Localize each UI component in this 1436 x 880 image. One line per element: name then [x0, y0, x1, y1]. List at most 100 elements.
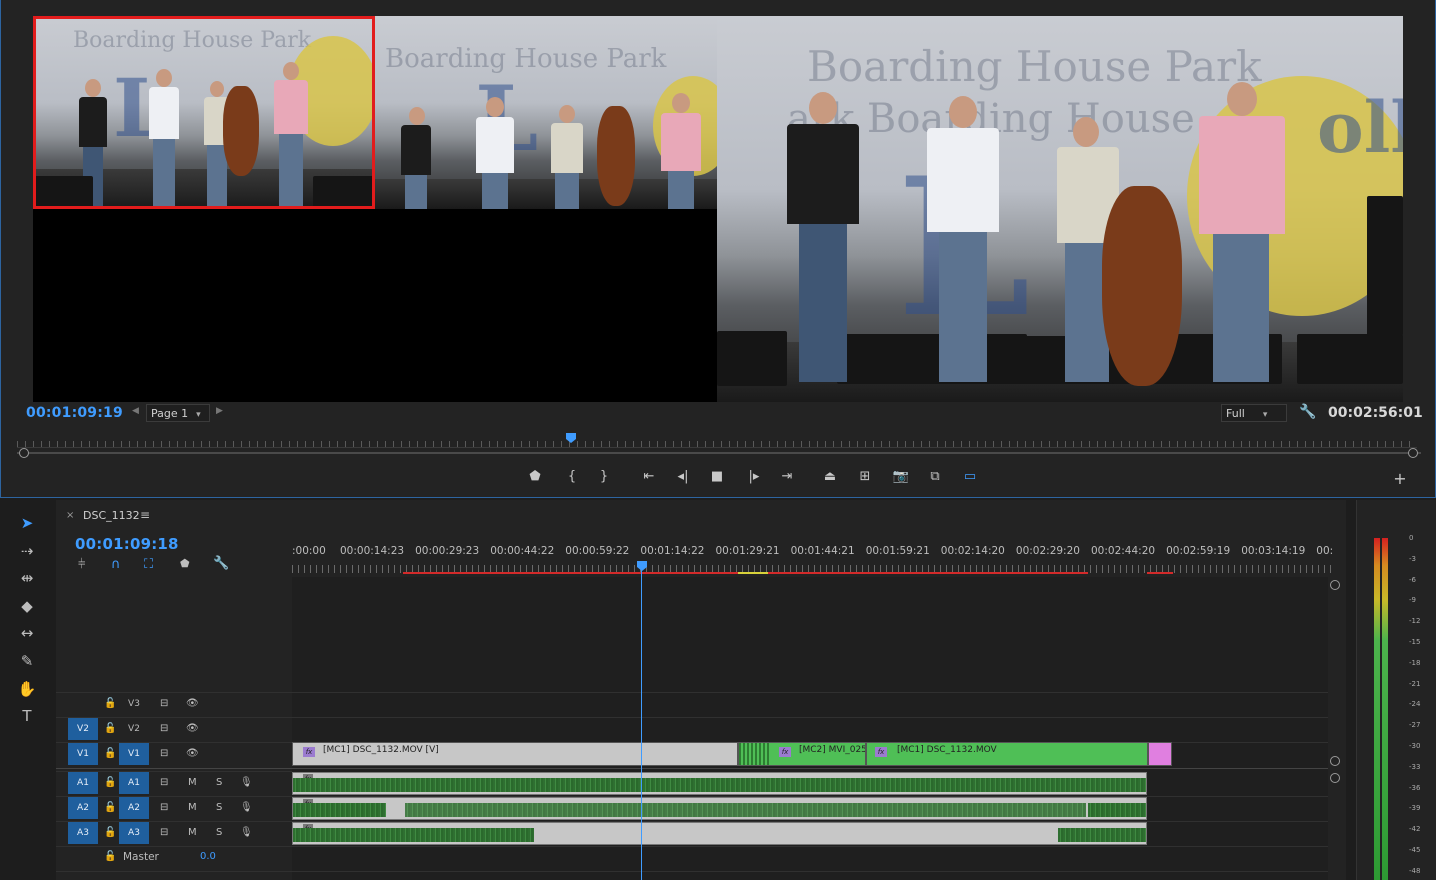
go-to-in-icon[interactable]: ⇤ [639, 468, 659, 486]
voiceover-mic-icon[interactable]: 🎙 [240, 822, 253, 844]
resolution-select[interactable]: Full ▾ [1221, 404, 1287, 422]
lock-icon[interactable]: 🔓 [104, 693, 116, 715]
sync-lock-icon[interactable]: ⊟ [160, 743, 168, 765]
sync-lock-icon[interactable]: ⊟ [160, 693, 168, 715]
extract-icon[interactable]: ⊞ [855, 468, 875, 486]
track-label-v3[interactable]: V3 [119, 693, 149, 715]
type-tool-icon[interactable]: T [14, 703, 40, 729]
marker-icon[interactable]: ⬟ [525, 468, 545, 486]
vertical-scroll-handle-top[interactable] [1330, 580, 1340, 590]
stop-icon[interactable]: ■ [707, 468, 727, 486]
lift-icon[interactable]: ⏏ [820, 468, 840, 486]
video-clip-mc1-v[interactable]: fx [MC1] DSC_1132.MOV [V] [292, 742, 738, 766]
voiceover-mic-icon[interactable]: 🎙 [240, 772, 253, 794]
monitor-time-ruler[interactable] [17, 434, 1417, 448]
source-patch-a1[interactable]: A1 [68, 772, 98, 794]
solo-button[interactable]: S [216, 822, 222, 844]
source-patch-a2[interactable]: A2 [68, 797, 98, 819]
mute-button[interactable]: M [188, 772, 197, 794]
ruler-timecode-label: 00:01:29:21 [715, 545, 780, 557]
track-header-master[interactable]: 🔓 Master 0.0 [56, 846, 292, 870]
track-select-tool-icon[interactable]: ⇢ [14, 538, 40, 564]
prev-page-icon[interactable]: ◀ [132, 406, 139, 416]
vertical-scroll-handle-audio[interactable] [1330, 773, 1340, 783]
mute-button[interactable]: M [188, 822, 197, 844]
step-forward-icon[interactable]: |▸ [744, 468, 764, 486]
camera-2-preview[interactable]: Boarding House Park L [375, 16, 717, 209]
source-patch-v2[interactable]: V2 [68, 718, 98, 740]
next-page-icon[interactable]: ▶ [216, 406, 223, 416]
step-back-icon[interactable]: ◂| [673, 468, 693, 486]
track-header-v3[interactable]: 🔓 V3 ⊟ 👁 [56, 692, 292, 716]
lock-icon[interactable]: 🔓 [104, 718, 116, 740]
timeline-playhead-timecode[interactable]: 00:01:09:18 [75, 535, 179, 553]
video-clip-mc1-end[interactable]: fx [MC1] DSC_1132.MOV [866, 742, 1148, 766]
go-to-out-icon[interactable]: ⇥ [777, 468, 797, 486]
timeline-playhead-line[interactable] [641, 570, 642, 880]
timeline-settings-wrench-icon[interactable]: 🔧 [213, 556, 229, 571]
linked-selection-icon[interactable]: ⛶ [144, 557, 153, 572]
lock-icon[interactable]: 🔓 [104, 743, 116, 765]
mute-button[interactable]: M [188, 797, 197, 819]
hand-tool-icon[interactable]: ✋ [14, 676, 40, 702]
eye-icon[interactable]: 👁 [186, 693, 199, 715]
mark-in-icon[interactable]: { [562, 468, 582, 486]
voiceover-mic-icon[interactable]: 🎙 [240, 797, 253, 819]
track-header-a2[interactable]: A2 🔓 A2 ⊟ M S 🎙 [56, 796, 292, 820]
ripple-edit-tool-icon[interactable]: ⇹ [14, 565, 40, 591]
page-select[interactable]: Page 1 ▾ [146, 404, 210, 422]
video-clip-pink[interactable] [1148, 742, 1172, 766]
sync-lock-icon[interactable]: ⊟ [160, 718, 168, 740]
sync-lock-icon[interactable]: ⊟ [160, 772, 168, 794]
close-tab-icon[interactable]: × [66, 510, 74, 521]
master-volume-value[interactable]: 0.0 [200, 846, 216, 868]
settings-wrench-icon[interactable]: 🔧 [1299, 404, 1316, 420]
solo-button[interactable]: S [216, 772, 222, 794]
track-header-a3[interactable]: A3 🔓 A3 ⊟ M S 🎙 [56, 821, 292, 845]
track-label-v1[interactable]: V1 [119, 743, 149, 765]
solo-button[interactable]: S [216, 797, 222, 819]
audio-clip-a1[interactable]: fx [292, 772, 1147, 795]
insert-nest-icon[interactable]: ⫩ [78, 557, 85, 572]
track-label-v2[interactable]: V2 [119, 718, 149, 740]
selection-tool-icon[interactable]: ➤ [14, 510, 40, 536]
track-header-v2[interactable]: V2 🔓 V2 ⊟ 👁 [56, 717, 292, 741]
zoom-handle-right[interactable] [1408, 448, 1418, 458]
source-patch-a3[interactable]: A3 [68, 822, 98, 844]
razor-tool-icon[interactable]: ◆ [14, 593, 40, 619]
sync-lock-icon[interactable]: ⊟ [160, 797, 168, 819]
track-header-a1[interactable]: A1 🔓 A1 ⊟ M S 🎙 [56, 771, 292, 795]
add-button-icon[interactable]: + [1390, 470, 1410, 488]
audio-clip-a3[interactable]: fx [292, 822, 1147, 845]
mark-out-icon[interactable]: } [594, 468, 614, 486]
track-header-v1[interactable]: V1 🔓 V1 ⊟ 👁 [56, 742, 292, 766]
video-clip-mc2[interactable]: fx [MC2] MVI_0252 [738, 742, 866, 766]
lock-icon[interactable]: 🔓 [104, 846, 116, 868]
monitor-playhead-timecode[interactable]: 00:01:09:19 [26, 405, 123, 421]
track-label-a2[interactable]: A2 [119, 797, 149, 819]
toggle-proxies-icon[interactable]: ▭ [960, 468, 980, 486]
lock-icon[interactable]: 🔓 [104, 822, 116, 844]
monitor-zoom-scrollbar[interactable] [17, 452, 1421, 454]
export-frame-icon[interactable]: 📷 [891, 468, 911, 486]
panel-menu-icon[interactable]: ≡ [140, 508, 150, 522]
source-patch-v1[interactable]: V1 [68, 743, 98, 765]
slip-tool-icon[interactable]: ↔ [14, 620, 40, 646]
master-track-label: Master [123, 851, 159, 863]
track-label-a3[interactable]: A3 [119, 822, 149, 844]
eye-icon[interactable]: 👁 [186, 718, 199, 740]
multi-camera-icon[interactable]: ⧉ [925, 468, 945, 486]
track-label-a1[interactable]: A1 [119, 772, 149, 794]
lock-icon[interactable]: 🔓 [104, 797, 116, 819]
audio-meters-panel: 0 -3 -6 -9 -12 -15 -18 -21 -24 -27 -30 -33 -36 -39 -42… [1356, 500, 1436, 880]
audio-clip-a2[interactable]: fx [292, 797, 1147, 820]
snap-icon[interactable]: ∩ [111, 557, 121, 572]
add-marker-icon[interactable]: ⬟ [180, 557, 190, 570]
sync-lock-icon[interactable]: ⊟ [160, 822, 168, 844]
lock-icon[interactable]: 🔓 [104, 772, 116, 794]
eye-icon[interactable]: 👁 [186, 743, 199, 765]
zoom-handle-left[interactable] [19, 448, 29, 458]
pen-tool-icon[interactable]: ✎ [14, 648, 40, 674]
vertical-scroll-handle-mid[interactable] [1330, 756, 1340, 766]
sequence-tab-title[interactable]: DSC_1132 [83, 509, 140, 522]
